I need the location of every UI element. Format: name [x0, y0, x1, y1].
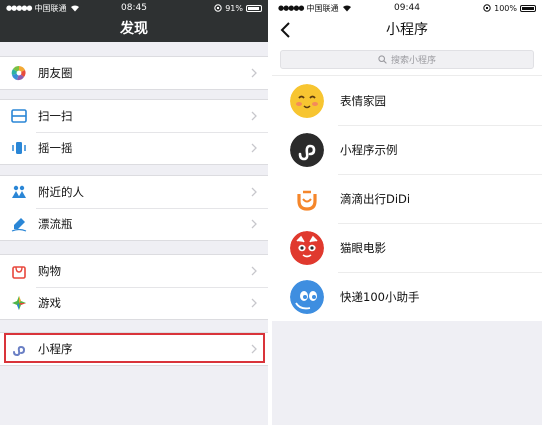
battery-icon	[520, 4, 536, 12]
kuaidi-icon	[290, 279, 324, 314]
shake-icon	[10, 139, 28, 157]
app-name: 表情家园	[340, 93, 386, 108]
menu-item-people-nearby[interactable]: 附近的人	[0, 176, 268, 208]
chevron-right-icon	[251, 298, 257, 308]
chevron-right-icon	[251, 111, 257, 121]
games-icon	[10, 294, 28, 312]
menu-item-label: 扫一扫	[38, 109, 73, 123]
menu-item-shake[interactable]: 摇一摇	[0, 132, 268, 164]
menu-item-label: 摇一摇	[38, 141, 73, 155]
menu-group-shop-games: 购物 游戏	[0, 254, 268, 320]
app-name: 滴滴出行DiDi	[340, 191, 411, 206]
app-name: 猫眼电影	[340, 240, 386, 255]
menu-item-games[interactable]: 游戏	[0, 287, 268, 319]
menu-item-drift-bottle[interactable]: 漂流瓶	[0, 208, 268, 240]
menu-group-scan-shake: 扫一扫 摇一摇	[0, 99, 268, 165]
menu-item-moments[interactable]: 朋友圈	[0, 57, 268, 89]
page-title-text: 小程序	[386, 22, 428, 38]
menu-item-label: 游戏	[38, 296, 61, 310]
chevron-right-icon	[251, 187, 257, 197]
search-icon	[378, 55, 387, 64]
menu-item-label: 朋友圈	[38, 66, 73, 80]
mini-program-list: 表情家园 小程序示例 滴滴出行DiDi 猫眼电影 快递100小助手	[272, 76, 542, 321]
status-bar: ●●●●● 中国联通 09:44 100%	[272, 0, 542, 16]
list-item-didi[interactable]: 滴滴出行DiDi	[272, 174, 542, 223]
search-bar: 搜索小程序	[272, 44, 542, 76]
app-name: 小程序示例	[340, 142, 398, 157]
rotation-lock-icon	[483, 4, 491, 12]
shopping-icon	[10, 262, 28, 280]
battery-icon	[246, 4, 262, 12]
emoji-face-icon	[290, 83, 324, 118]
page-title: 发现	[0, 16, 268, 42]
menu-group-moments: 朋友圈	[0, 56, 268, 90]
rotation-lock-icon	[214, 4, 222, 12]
search-input[interactable]: 搜索小程序	[280, 50, 534, 69]
scan-icon	[10, 107, 28, 125]
list-item-maoyan[interactable]: 猫眼电影	[272, 223, 542, 272]
drift-bottle-icon	[10, 215, 28, 233]
menu-group-nearby-bottle: 附近的人 漂流瓶	[0, 175, 268, 241]
battery-percent: 100%	[494, 3, 517, 13]
chevron-right-icon	[251, 143, 257, 153]
menu-item-label: 附近的人	[38, 185, 84, 199]
chevron-right-icon	[251, 219, 257, 229]
people-nearby-icon	[10, 183, 28, 201]
page-title: 小程序	[272, 16, 542, 44]
moments-icon	[10, 64, 28, 82]
status-bar: ●●●●● 中国联通 08:45 91%	[0, 0, 268, 16]
discover-screen: ●●●●● 中国联通 08:45 91% 发现 朋友圈 扫一扫 摇一摇 附近的人…	[0, 0, 268, 425]
back-arrow-icon[interactable]	[278, 21, 294, 39]
mini-programs-screen: ●●●●● 中国联通 09:44 100% 小程序 搜索小程序 表情家园 小程序…	[272, 0, 542, 425]
list-item-kuaidi100[interactable]: 快递100小助手	[272, 272, 542, 321]
menu-item-label: 购物	[38, 264, 61, 278]
menu-item-label: 漂流瓶	[38, 217, 73, 231]
battery-percent: 91%	[225, 3, 243, 13]
search-placeholder: 搜索小程序	[390, 56, 436, 66]
mini-program-logo-icon	[290, 132, 324, 167]
list-item-mini-program-demo[interactable]: 小程序示例	[272, 125, 542, 174]
app-name: 快递100小助手	[340, 289, 420, 304]
cat-eye-icon	[290, 230, 324, 265]
highlight-box	[4, 333, 265, 363]
didi-icon	[290, 181, 324, 216]
menu-item-scan[interactable]: 扫一扫	[0, 100, 268, 132]
chevron-right-icon	[251, 68, 257, 78]
list-item-emoji-home[interactable]: 表情家园	[272, 76, 542, 125]
menu-item-shopping[interactable]: 购物	[0, 255, 268, 287]
chevron-right-icon	[251, 266, 257, 276]
